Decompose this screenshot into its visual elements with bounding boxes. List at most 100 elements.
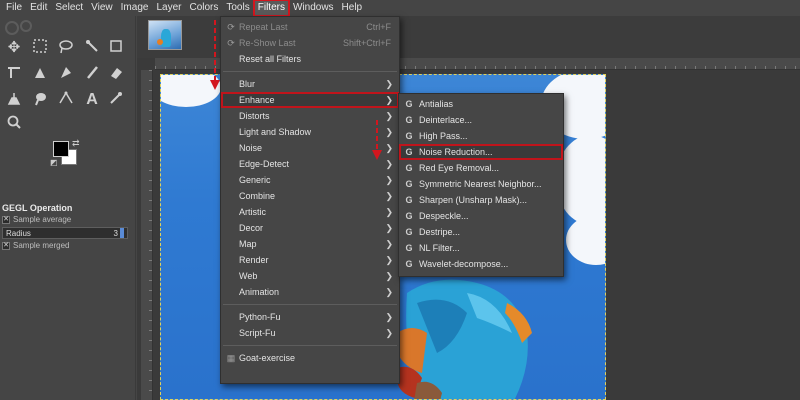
annotation-arrow-down-enhance bbox=[372, 120, 382, 160]
menu-item-despeckle[interactable]: G Despeckle... bbox=[399, 208, 563, 224]
lasso-tool-icon[interactable] bbox=[56, 38, 76, 58]
nl-filter-label: NL Filter... bbox=[419, 243, 460, 253]
bucket-fill-tool-icon[interactable] bbox=[30, 64, 50, 84]
menu-item-animation[interactable]: Animation ❯ bbox=[221, 284, 399, 300]
radius-field[interactable]: Radius 3 bbox=[2, 227, 128, 239]
menu-item-blur[interactable]: Blur ❯ bbox=[221, 76, 399, 92]
menu-item-enhance[interactable]: Enhance ❯ bbox=[221, 92, 399, 108]
submenu-arrow-icon: ❯ bbox=[385, 207, 393, 217]
clone-tool-icon[interactable] bbox=[4, 90, 24, 110]
menu-item-deinterlace[interactable]: G Deinterlace... bbox=[399, 112, 563, 128]
repeat-icon: ⟳ bbox=[227, 22, 235, 32]
gegl-icon: G bbox=[405, 99, 413, 109]
python-fu-label: Python-Fu bbox=[239, 312, 281, 322]
menu-view[interactable]: View bbox=[87, 0, 117, 16]
menu-item-artistic[interactable]: Artistic ❯ bbox=[221, 204, 399, 220]
sample-average-row[interactable]: ✕ Sample average bbox=[0, 214, 136, 226]
submenu-arrow-icon: ❯ bbox=[385, 175, 393, 185]
menu-item-goat-exercise[interactable]: ▦ Goat-exercise bbox=[221, 350, 399, 366]
sample-merged-row[interactable]: ✕ Sample merged bbox=[0, 240, 136, 252]
warp-transform-tool-icon[interactable] bbox=[4, 64, 24, 84]
image-thumbnail[interactable] bbox=[148, 20, 182, 50]
rect-select-tool-icon[interactable] bbox=[30, 38, 50, 58]
foreground-color[interactable] bbox=[53, 141, 69, 157]
submenu-arrow-icon: ❯ bbox=[385, 191, 393, 201]
menu-file[interactable]: File bbox=[2, 0, 26, 16]
tool-options-title: GEGL Operation bbox=[2, 203, 73, 213]
menu-item-map[interactable]: Map ❯ bbox=[221, 236, 399, 252]
menu-select[interactable]: Select bbox=[51, 0, 87, 16]
menu-item-repeat-last[interactable]: ⟳ Repeat Last Ctrl+F bbox=[221, 19, 399, 35]
animation-label: Animation bbox=[239, 287, 280, 297]
radius-label: Radius bbox=[6, 228, 31, 238]
distorts-label: Distorts bbox=[239, 111, 270, 121]
menu-item-sharpen[interactable]: G Sharpen (Unsharp Mask)... bbox=[399, 192, 563, 208]
radius-value: 3 bbox=[113, 228, 118, 238]
menu-item-symmetric-nearest-neighbor[interactable]: G Symmetric Nearest Neighbor... bbox=[399, 176, 563, 192]
submenu-arrow-icon: ❯ bbox=[385, 95, 393, 105]
menu-item-reshow-last[interactable]: ⟳ Re-Show Last Shift+Ctrl+F bbox=[221, 35, 399, 51]
menu-item-python-fu[interactable]: Python-Fu ❯ bbox=[221, 309, 399, 325]
menu-item-noise-reduction[interactable]: G Noise Reduction... bbox=[399, 144, 563, 160]
light-and-shadow-label: Light and Shadow bbox=[239, 127, 312, 137]
gradient-tool-icon[interactable] bbox=[56, 64, 76, 84]
combine-label: Combine bbox=[239, 191, 276, 201]
menu-filters[interactable]: Filters bbox=[252, 0, 290, 17]
menu-help[interactable]: Help bbox=[338, 0, 367, 16]
script-fu-label: Script-Fu bbox=[239, 328, 276, 338]
menu-item-render[interactable]: Render ❯ bbox=[221, 252, 399, 268]
menu-item-antialias[interactable]: G Antialias bbox=[399, 96, 563, 112]
paintbrush-tool-icon[interactable] bbox=[82, 64, 102, 84]
menu-tools[interactable]: Tools bbox=[222, 0, 253, 16]
menu-item-reset-all-filters[interactable]: Reset all Filters bbox=[221, 51, 399, 67]
swap-colors-icon[interactable]: ⇄ bbox=[72, 138, 80, 149]
menu-item-decor[interactable]: Decor ❯ bbox=[221, 220, 399, 236]
menu-edit[interactable]: Edit bbox=[26, 0, 51, 16]
radius-slider-handle[interactable] bbox=[120, 228, 124, 238]
menu-item-high-pass[interactable]: G High Pass... bbox=[399, 128, 563, 144]
vertical-ruler[interactable] bbox=[141, 70, 153, 400]
text-tool-icon[interactable]: A bbox=[82, 90, 102, 110]
sample-merged-checkbox[interactable]: ✕ bbox=[2, 242, 10, 250]
web-label: Web bbox=[239, 271, 258, 281]
smudge-tool-icon[interactable] bbox=[30, 90, 50, 110]
enhance-submenu: G Antialias G Deinterlace... G High Pass...… bbox=[398, 93, 564, 277]
gegl-icon: G bbox=[405, 131, 413, 141]
cloud-right-low bbox=[566, 215, 605, 265]
sample-average-label: Sample average bbox=[13, 215, 72, 224]
move-tool-icon[interactable]: ✥ bbox=[4, 38, 24, 58]
eraser-tool-icon[interactable] bbox=[106, 64, 126, 84]
fuzzy-select-tool-icon[interactable] bbox=[82, 38, 102, 58]
submenu-arrow-icon: ❯ bbox=[385, 79, 393, 89]
menu-item-destripe[interactable]: G Destripe... bbox=[399, 224, 563, 240]
submenu-arrow-icon: ❯ bbox=[385, 143, 393, 153]
color-picker-tool-icon[interactable] bbox=[106, 90, 126, 110]
gegl-icon: G bbox=[405, 211, 413, 221]
zoom-tool-icon[interactable] bbox=[4, 114, 24, 134]
menu-item-red-eye-removal[interactable]: G Red Eye Removal... bbox=[399, 160, 563, 176]
path-tool-icon[interactable] bbox=[56, 90, 76, 110]
menu-item-web[interactable]: Web ❯ bbox=[221, 268, 399, 284]
submenu-arrow-icon: ❯ bbox=[385, 312, 393, 322]
crop-tool-icon[interactable] bbox=[106, 38, 126, 58]
default-colors-icon[interactable]: ◩ bbox=[50, 158, 58, 167]
sample-average-checkbox[interactable]: ✕ bbox=[2, 216, 10, 224]
menu-colors[interactable]: Colors bbox=[185, 0, 222, 16]
gegl-icon: G bbox=[405, 115, 413, 125]
menu-item-wavelet-decompose[interactable]: G Wavelet-decompose... bbox=[399, 256, 563, 272]
goat-icon: ▦ bbox=[226, 353, 236, 363]
submenu-arrow-icon: ❯ bbox=[385, 127, 393, 137]
symmetric-nearest-neighbor-label: Symmetric Nearest Neighbor... bbox=[419, 179, 542, 189]
menu-item-script-fu[interactable]: Script-Fu ❯ bbox=[221, 325, 399, 341]
menu-item-nl-filter[interactable]: G NL Filter... bbox=[399, 240, 563, 256]
menu-layer[interactable]: Layer bbox=[152, 0, 185, 16]
high-pass-label: High Pass... bbox=[419, 131, 468, 141]
generic-label: Generic bbox=[239, 175, 271, 185]
menu-item-generic[interactable]: Generic ❯ bbox=[221, 172, 399, 188]
menu-windows[interactable]: Windows bbox=[289, 0, 338, 16]
gegl-icon: G bbox=[405, 195, 413, 205]
noise-reduction-label: Noise Reduction... bbox=[419, 147, 493, 157]
reshow-icon: ⟳ bbox=[227, 38, 235, 48]
menu-item-combine[interactable]: Combine ❯ bbox=[221, 188, 399, 204]
menu-image[interactable]: Image bbox=[117, 0, 153, 16]
